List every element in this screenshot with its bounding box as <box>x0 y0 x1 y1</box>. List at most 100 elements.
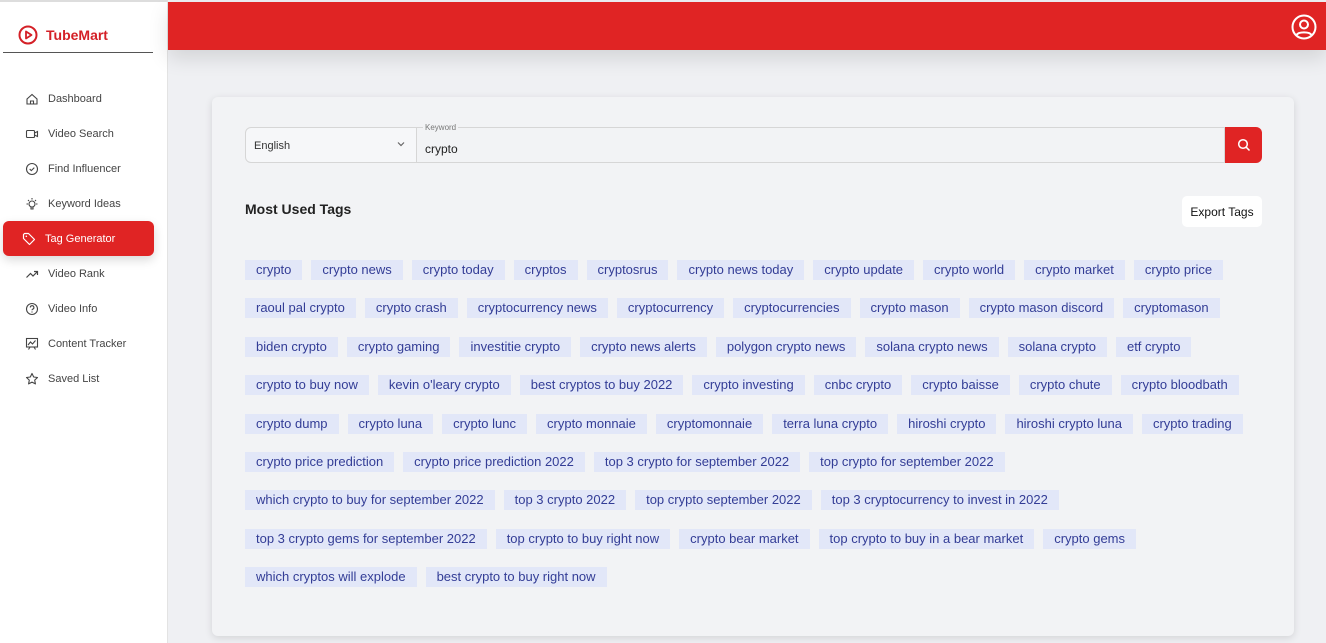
tag-chip[interactable]: crypto price prediction <box>245 451 395 472</box>
tag-chip[interactable]: crypto news alerts <box>580 336 707 357</box>
sidebar-item-label: Tag Generator <box>45 232 116 245</box>
help-circle-icon <box>25 302 39 315</box>
tag-chip[interactable]: crypto baisse <box>911 375 1010 396</box>
tag-chip[interactable]: crypto mason discord <box>968 298 1115 319</box>
tag-chip[interactable]: crypto bear market <box>679 528 810 549</box>
tag-chip[interactable]: crypto mason <box>859 298 960 319</box>
logo[interactable]: TubeMart <box>0 2 167 52</box>
sidebar-item-label: Dashboard <box>48 92 102 105</box>
tag-chip[interactable]: etf crypto <box>1115 336 1192 357</box>
sidebar-item-video-info[interactable]: Video Info <box>3 291 154 326</box>
sidebar-item-content-tracker[interactable]: Content Tracker <box>3 326 154 361</box>
tag-chip[interactable]: crypto lunc <box>442 413 528 434</box>
tag-row: which cryptos will explode best crypto to… <box>245 567 1265 588</box>
tag-chip[interactable]: kevin o'leary crypto <box>377 375 511 396</box>
play-circle-icon <box>18 25 38 44</box>
tag-chip[interactable]: crypto gaming <box>346 336 451 357</box>
search-icon <box>1237 138 1250 152</box>
sidebar-nav: Dashboard Video Search Find Influencer Keyw… <box>0 81 167 396</box>
tag-chip[interactable]: crypto news today <box>677 260 805 280</box>
sidebar-item-label: Find Influencer <box>48 162 121 175</box>
tag-chip[interactable]: crypto to buy now <box>245 375 369 396</box>
tag-row: crypto crypto news crypto today cryptos cryp… <box>245 260 1265 280</box>
tag-chip[interactable]: top crypto to buy right now <box>495 528 671 549</box>
app-name: TubeMart <box>46 26 108 43</box>
tag-row: biden crypto crypto gaming investitie cryp… <box>245 336 1265 357</box>
tag-chip[interactable]: solana crypto <box>1007 336 1107 357</box>
tag-chip[interactable]: top 3 crypto for september 2022 <box>593 451 801 472</box>
tag-chip[interactable]: biden crypto <box>245 336 338 357</box>
tag-chip[interactable]: crypto crash <box>364 298 458 319</box>
tag-icon <box>22 232 36 245</box>
tag-chip[interactable]: crypto world <box>923 260 1016 280</box>
tag-chip[interactable]: raoul pal crypto <box>245 298 356 319</box>
keyword-field[interactable]: Keyword <box>417 123 1225 163</box>
tag-chip[interactable]: top 3 crypto gems for september 2022 <box>245 528 487 549</box>
tag-chip[interactable]: best crypto to buy right now <box>425 567 607 588</box>
sidebar-item-dashboard[interactable]: Dashboard <box>3 81 154 116</box>
tag-chip[interactable]: crypto price <box>1133 260 1224 280</box>
tag-chip[interactable]: cryptomonnaie <box>655 413 764 434</box>
tag-row: which crypto to buy for september 2022 to… <box>245 490 1265 511</box>
sidebar-item-keyword-ideas[interactable]: Keyword Ideas <box>3 186 154 221</box>
tag-chip[interactable]: top 3 crypto 2022 <box>503 490 627 511</box>
export-tags-button[interactable]: Export Tags <box>1182 196 1262 227</box>
tag-chip[interactable]: cnbc crypto <box>813 375 903 396</box>
tag-chip[interactable]: crypto <box>245 260 303 280</box>
language-select[interactable]: English <box>245 127 417 163</box>
tag-chip[interactable]: crypto chute <box>1018 375 1112 396</box>
keyword-label: Keyword <box>423 123 459 132</box>
tag-chip[interactable]: hiroshi crypto <box>897 413 997 434</box>
tag-chip[interactable]: which crypto to buy for september 2022 <box>245 490 495 511</box>
sidebar-item-saved-list[interactable]: Saved List <box>3 361 154 396</box>
tag-row: crypto price prediction crypto price pred… <box>245 451 1265 472</box>
sidebar-item-video-rank[interactable]: Video Rank <box>3 256 154 291</box>
tag-chip[interactable]: top 3 cryptocurrency to invest in 2022 <box>820 490 1059 511</box>
video-icon <box>25 129 39 138</box>
tag-chip[interactable]: cryptosrus <box>586 260 669 280</box>
user-account-icon[interactable] <box>1291 14 1317 40</box>
tag-chip[interactable]: crypto today <box>411 260 505 280</box>
chevron-down-icon <box>397 142 405 147</box>
tag-chip[interactable]: crypto monnaie <box>536 413 647 434</box>
tag-chip[interactable]: investitie crypto <box>459 336 572 357</box>
tag-chip[interactable]: polygon crypto news <box>715 336 857 357</box>
search-button[interactable] <box>1225 127 1262 163</box>
tag-row: raoul pal crypto crypto crash cryptocurren… <box>245 298 1265 319</box>
tag-chip[interactable]: top crypto for september 2022 <box>809 451 1005 472</box>
keyword-input[interactable] <box>425 142 1125 156</box>
sidebar-item-label: Video Info <box>48 302 98 315</box>
tag-chip[interactable]: crypto luna <box>347 413 434 434</box>
tag-chip[interactable]: cryptocurrency <box>616 298 725 319</box>
sidebar-item-label: Content Tracker <box>48 337 127 350</box>
tag-chip[interactable]: terra luna crypto <box>772 413 889 434</box>
tag-chip[interactable]: crypto gems <box>1043 528 1137 549</box>
tag-chip[interactable]: cryptos <box>513 260 578 280</box>
sidebar-item-tag-generator[interactable]: Tag Generator <box>3 221 154 256</box>
tag-chip[interactable]: which cryptos will explode <box>245 567 417 588</box>
tag-chip[interactable]: crypto news <box>311 260 403 280</box>
tag-row: crypto dump crypto luna crypto lunc crypto … <box>245 413 1265 434</box>
tag-chip[interactable]: cryptocurrency news <box>466 298 608 319</box>
tag-chip[interactable]: cryptocurrencies <box>733 298 851 319</box>
tag-chip[interactable]: crypto trading <box>1141 413 1243 434</box>
tag-chip[interactable]: crypto investing <box>692 375 805 396</box>
tag-chip[interactable]: best cryptos to buy 2022 <box>519 375 684 396</box>
tag-chip[interactable]: crypto price prediction 2022 <box>403 451 585 472</box>
trending-up-icon <box>26 270 39 278</box>
check-circle-icon <box>25 162 39 175</box>
tag-chip[interactable]: cryptomason <box>1123 298 1220 319</box>
tag-chip[interactable]: top crypto september 2022 <box>635 490 812 511</box>
tag-chip[interactable]: top crypto to buy in a bear market <box>818 528 1035 549</box>
tag-chip[interactable]: crypto bloodbath <box>1120 375 1239 396</box>
sidebar-item-find-influencer[interactable]: Find Influencer <box>3 151 154 186</box>
tag-chip[interactable]: crypto update <box>813 260 915 280</box>
tag-chip[interactable]: crypto market <box>1024 260 1125 280</box>
language-value: English <box>254 140 291 152</box>
sidebar-item-label: Video Search <box>48 127 114 140</box>
sidebar-item-video-search[interactable]: Video Search <box>3 116 154 151</box>
tag-chip[interactable]: hiroshi crypto luna <box>1005 413 1133 434</box>
tag-chip[interactable]: crypto dump <box>245 413 339 434</box>
tag-chip[interactable]: solana crypto news <box>865 336 999 357</box>
tag-row: top 3 crypto gems for september 2022 top … <box>245 528 1265 549</box>
